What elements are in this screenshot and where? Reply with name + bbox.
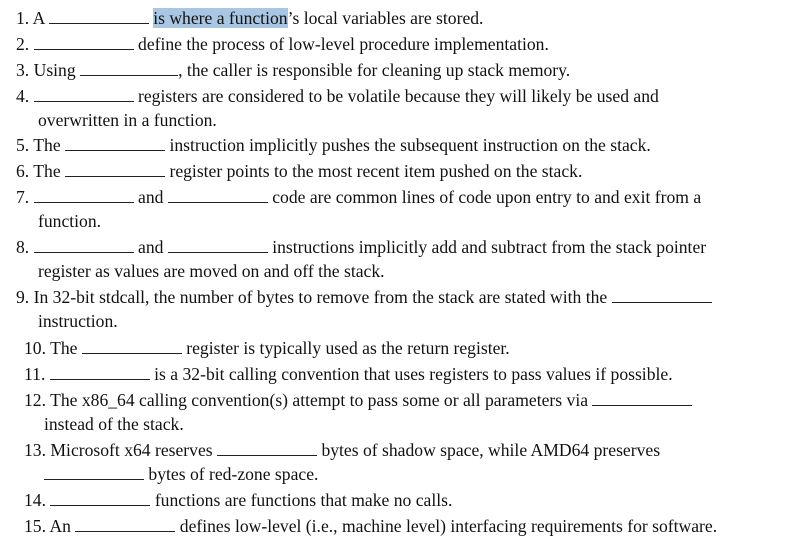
- question-text: An: [49, 516, 71, 536]
- question-4-continuation: overwritten in a function.: [38, 110, 217, 130]
- question-text: The x86_64 calling convention(s) attempt…: [50, 390, 589, 410]
- question-4: 4. registers are considered to be volati…: [16, 86, 659, 106]
- question-number: 2.: [16, 34, 30, 54]
- question-3: 3. Using , the caller is responsible for…: [16, 60, 570, 80]
- question-6: 6. The register points to the most recen…: [16, 161, 582, 181]
- answer-blank[interactable]: [65, 162, 166, 177]
- question-number: 3.: [16, 60, 30, 80]
- question-text: code are common lines of code upon entry…: [272, 187, 702, 207]
- question-text: and: [138, 187, 164, 207]
- question-1: 1. A is where a function’s local variabl…: [16, 8, 483, 28]
- answer-blank[interactable]: [33, 87, 134, 102]
- question-12-continuation: instead of the stack.: [44, 414, 184, 434]
- question-14: 14. functions are functions that make no…: [24, 490, 452, 510]
- question-text: instructions implicitly add and subtract…: [272, 237, 707, 257]
- question-number: 5.: [16, 135, 30, 155]
- question-text: The: [33, 135, 61, 155]
- question-text: In 32-bit stdcall, the number of bytes t…: [33, 287, 608, 307]
- question-text: bytes of red-zone space.: [148, 464, 319, 484]
- question-text: , the caller is responsible for cleaning…: [178, 60, 571, 80]
- question-number: 12.: [24, 390, 46, 410]
- question-9-continuation: instruction.: [38, 311, 118, 331]
- question-7: 7. and code are common lines of code upo…: [16, 187, 701, 207]
- answer-blank[interactable]: [33, 35, 134, 50]
- question-number: 13.: [24, 440, 46, 460]
- question-text: and: [138, 237, 164, 257]
- question-text: bytes of shadow space, while AMD64 prese…: [321, 440, 661, 460]
- question-9: 9. In 32-bit stdcall, the number of byte…: [16, 287, 712, 307]
- question-number: 11.: [24, 364, 46, 384]
- question-number: 7.: [16, 187, 30, 207]
- question-10: 10. The register is typically used as th…: [24, 338, 510, 358]
- highlighted-text: is where a function: [153, 8, 288, 28]
- question-8-continuation: register as values are moved on and off …: [38, 261, 385, 281]
- question-text: register is typically used as the return…: [186, 338, 510, 358]
- question-text: A: [32, 8, 45, 28]
- question-text: The: [33, 161, 61, 181]
- question-number: 10.: [24, 338, 46, 358]
- question-text: instruction implicitly pushes the subseq…: [169, 135, 651, 155]
- answer-blank[interactable]: [80, 61, 179, 76]
- answer-blank[interactable]: [44, 465, 144, 480]
- answer-blank[interactable]: [48, 9, 149, 24]
- question-number: 4.: [16, 86, 30, 106]
- question-number: 9.: [16, 287, 30, 307]
- question-number: 1.: [16, 8, 30, 28]
- question-text: Microsoft x64 reserves: [50, 440, 213, 460]
- question-text: registers are considered to be volatile …: [138, 86, 659, 106]
- answer-blank[interactable]: [65, 136, 166, 151]
- question-text: The: [50, 338, 78, 358]
- answer-blank[interactable]: [167, 238, 268, 253]
- question-text: defines low-level (i.e., machine level) …: [179, 516, 718, 536]
- answer-blank[interactable]: [167, 188, 268, 203]
- question-number: 15.: [24, 516, 46, 536]
- question-8: 8. and instructions implicitly add and s…: [16, 237, 706, 257]
- question-7-continuation: function.: [38, 211, 102, 231]
- question-15: 15. An defines low-level (i.e., machine …: [24, 516, 717, 536]
- question-text: define the process of low-level procedur…: [138, 34, 549, 54]
- question-11: 11. is a 32-bit calling convention that …: [24, 364, 673, 384]
- answer-blank[interactable]: [611, 288, 712, 303]
- answer-blank[interactable]: [81, 339, 182, 354]
- question-5: 5. The instruction implicitly pushes the…: [16, 135, 651, 155]
- question-13: 13. Microsoft x64 reserves bytes of shad…: [24, 440, 660, 460]
- question-text: ’s local variables are stored.: [287, 8, 484, 28]
- question-text: register points to the most recent item …: [169, 161, 583, 181]
- question-2: 2. define the process of low-level proce…: [16, 34, 549, 54]
- question-number: 14.: [24, 490, 46, 510]
- answer-blank[interactable]: [592, 391, 693, 406]
- answer-blank[interactable]: [75, 517, 176, 532]
- question-12: 12. The x86_64 calling convention(s) att…: [24, 390, 693, 410]
- question-number: 6.: [16, 161, 30, 181]
- answer-blank[interactable]: [217, 441, 318, 456]
- question-text: functions are functions that make no cal…: [154, 490, 453, 510]
- question-text: Using: [33, 60, 76, 80]
- answer-blank[interactable]: [50, 491, 151, 506]
- question-number: 8.: [16, 237, 30, 257]
- question-text: is a 32-bit calling convention that uses…: [154, 364, 673, 384]
- question-13-continuation: bytes of red-zone space.: [44, 464, 318, 484]
- answer-blank[interactable]: [33, 238, 134, 253]
- answer-blank[interactable]: [49, 365, 150, 380]
- answer-blank[interactable]: [33, 188, 134, 203]
